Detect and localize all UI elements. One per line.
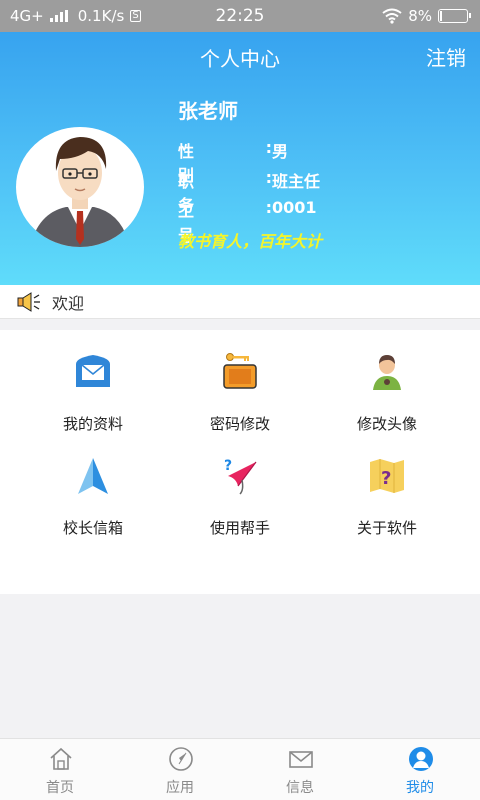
battery-percent: 8%: [408, 7, 432, 25]
status-bar: 4G+ 0.1K/s S 22:25 8%: [0, 0, 480, 32]
avatar-illustration: [30, 137, 130, 247]
profile-header: 个人中心 注销 张老师 性别 : 男 职务: 班主任 工号: 0001 教书…: [0, 32, 480, 285]
grid-item-change-avatar[interactable]: 修改头像: [307, 330, 467, 433]
mail-icon: [76, 355, 110, 387]
grid-item-user-helper[interactable]: ? 使用帮手: [160, 434, 320, 537]
compass-icon: [169, 747, 193, 771]
tab-label: 信息: [286, 780, 314, 796]
status-right: 8%: [382, 7, 471, 25]
logout-button[interactable]: 注销: [426, 42, 466, 71]
tab-label: 应用: [166, 780, 194, 796]
page-title: 个人中心: [200, 47, 280, 71]
grid-item-change-password[interactable]: 密码修改: [160, 330, 320, 433]
battery-icon: [438, 9, 471, 23]
grid-item-about-software[interactable]: ? 关于软件: [307, 434, 467, 537]
tab-home[interactable]: 首页: [0, 739, 120, 800]
help-umbrella-icon: ?: [224, 458, 257, 495]
svg-text:?: ?: [381, 468, 391, 489]
map-question-icon: ?: [370, 459, 404, 493]
avatar[interactable]: [16, 127, 144, 247]
motto: 教书育人，百年大计: [178, 232, 323, 251]
grid-item-label: 密码修改: [209, 415, 270, 433]
navigation-arrow-icon: [78, 458, 108, 494]
megaphone-icon: [17, 291, 40, 312]
tab-apps[interactable]: 应用: [120, 739, 240, 800]
grid-item-label: 我的资料: [62, 415, 123, 433]
tab-messages[interactable]: 信息: [240, 739, 360, 800]
user-avatar-icon: [373, 355, 401, 390]
grid-item-principal-mailbox[interactable]: 校长信箱: [13, 434, 173, 537]
envelope-icon: [289, 751, 313, 768]
tab-mine[interactable]: 我的: [360, 739, 480, 800]
feature-grid: 我的资料 密码修改 修改头像 校长信箱 ? 使用帮手 ? 关于软件: [0, 330, 480, 594]
home-icon: [50, 747, 72, 770]
welcome-text: 欢迎: [52, 293, 85, 313]
grid-item-label: 校长信箱: [62, 519, 123, 537]
wifi-icon: [382, 8, 402, 24]
tab-label: 我的: [406, 780, 434, 796]
grid-item-label: 使用帮手: [209, 519, 270, 537]
person-icon: [409, 747, 433, 771]
svg-text:?: ?: [224, 458, 232, 474]
grid-item-my-profile[interactable]: 我的资料: [13, 330, 173, 433]
bottom-tab-bar: 首页 应用 信息 我的: [0, 738, 480, 800]
welcome-bar: 欢迎: [0, 285, 480, 319]
grid-item-label: 修改头像: [356, 415, 417, 433]
tab-label: 首页: [46, 780, 74, 796]
grid-item-label: 关于软件: [356, 519, 417, 537]
key-briefcase-icon: [223, 353, 257, 389]
teacher-name: 张老师: [178, 99, 238, 123]
